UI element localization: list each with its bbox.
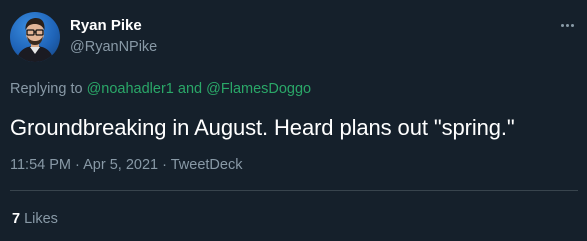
tweet-metadata: 11:54 PM · Apr 5, 2021 · TweetDeck — [10, 157, 242, 173]
dot-icon — [565, 23, 569, 27]
tweet-time[interactable]: 11:54 PM — [10, 157, 71, 173]
meta-separator: · — [162, 157, 167, 173]
dot-icon — [560, 23, 564, 27]
divider — [10, 190, 578, 191]
replying-to-label: Replying to — [10, 81, 83, 97]
author-handle[interactable]: @RyanNPike — [70, 39, 157, 55]
tweet-date[interactable]: Apr 5, 2021 — [83, 157, 158, 173]
mention-link-noahadler1[interactable]: @noahadler1 — [87, 81, 174, 97]
tweet-card: Ryan Pike @RyanNPike Replying to @noahad… — [0, 0, 587, 241]
meta-separator: · — [75, 157, 80, 173]
mention-link-flamesdoggo[interactable]: @FlamesDoggo — [206, 81, 311, 97]
mention-joiner: and — [177, 81, 203, 97]
likes-label: Likes — [24, 211, 58, 227]
tweet-text: Groundbreaking in August. Heard plans ou… — [10, 115, 515, 140]
more-horizontal-icon[interactable] — [557, 15, 577, 35]
dot-icon — [570, 23, 574, 27]
avatar[interactable] — [10, 12, 60, 62]
replying-to-line: Replying to @noahadler1 and @FlamesDoggo — [10, 81, 311, 97]
likes-stat[interactable]: 7 Likes — [12, 211, 58, 227]
author-name[interactable]: Ryan Pike — [70, 17, 142, 34]
likes-count: 7 — [12, 211, 21, 227]
tweet-source[interactable]: TweetDeck — [171, 157, 243, 173]
